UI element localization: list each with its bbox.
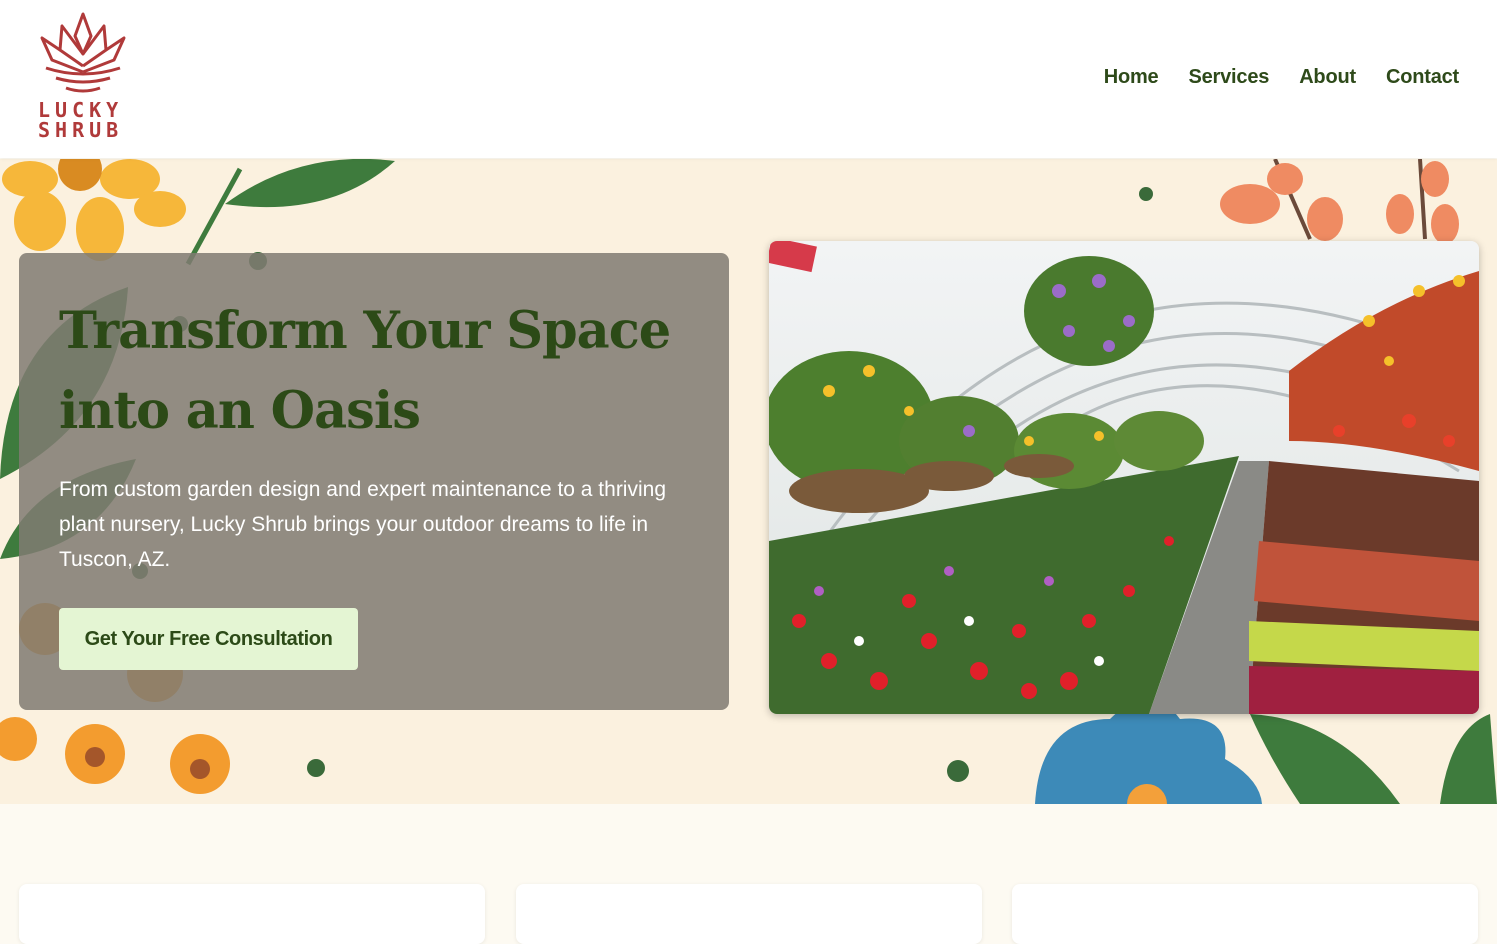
hero-description: From custom garden design and expert mai…	[59, 478, 667, 571]
service-card[interactable]	[1012, 884, 1478, 944]
service-card[interactable]	[19, 884, 485, 944]
yellow-flower-icon	[2, 159, 186, 261]
hero-card: Transform Your Space into an Oasis From …	[19, 253, 729, 710]
services-preview-section	[0, 804, 1497, 944]
logo-text-line2: SHRUB	[38, 118, 124, 142]
main-nav: Home Services About Contact	[1104, 66, 1459, 89]
greenhouse-flowers-photo	[769, 241, 1479, 714]
nav-contact[interactable]: Contact	[1386, 66, 1459, 89]
service-card[interactable]	[516, 884, 982, 944]
site-header: LUCKY SHRUB Home Services About Contact	[0, 0, 1497, 158]
free-consultation-button[interactable]: Get Your Free Consultation	[59, 608, 358, 670]
nav-about[interactable]: About	[1299, 66, 1356, 89]
hero-title: Transform Your Space into an Oasis	[59, 301, 671, 441]
hero-section: Transform Your Space into an Oasis From …	[0, 159, 1497, 804]
logo-text-line1: LUCKY	[38, 98, 124, 122]
logo[interactable]: LUCKY SHRUB	[34, 10, 132, 140]
nav-services[interactable]: Services	[1188, 66, 1269, 89]
nav-home[interactable]: Home	[1104, 66, 1159, 89]
lotus-plant-icon	[40, 12, 126, 93]
